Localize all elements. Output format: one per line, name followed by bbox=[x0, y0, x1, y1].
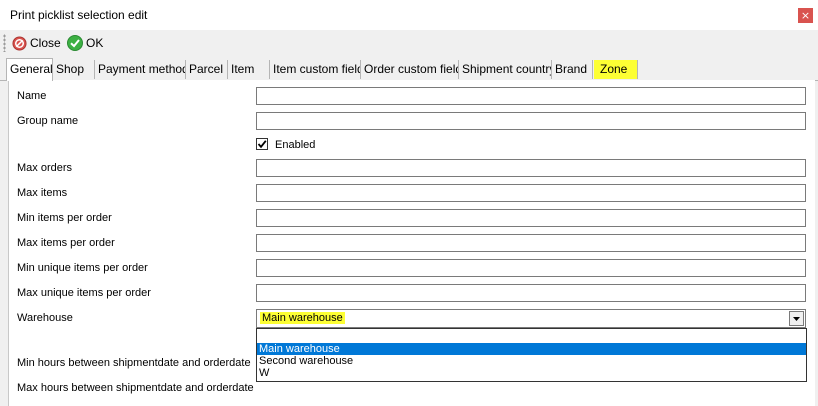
window-close-button[interactable]: × bbox=[798, 8, 813, 23]
tab-zone[interactable]: Zone bbox=[594, 60, 638, 79]
name-input[interactable] bbox=[256, 87, 806, 105]
warehouse-option-main[interactable]: Main warehouse bbox=[257, 343, 806, 355]
warehouse-select[interactable]: Main warehouse bbox=[256, 309, 806, 328]
min-items-per-order-label: Min items per order bbox=[17, 212, 112, 224]
min-unique-items-per-order-label: Min unique items per order bbox=[17, 262, 148, 274]
group-name-label: Group name bbox=[17, 115, 79, 127]
title-bar: Print picklist selection edit × bbox=[0, 0, 818, 30]
tab-item-custom-field[interactable]: Item custom field bbox=[270, 60, 361, 79]
ok-button[interactable]: OK bbox=[67, 33, 103, 53]
tab-shop[interactable]: Shop bbox=[53, 60, 95, 79]
ok-check-icon bbox=[67, 35, 83, 51]
max-orders-input[interactable] bbox=[256, 159, 806, 177]
min-items-per-order-input[interactable] bbox=[256, 209, 806, 227]
warehouse-dropdown-button[interactable] bbox=[789, 311, 804, 326]
close-button-label: Close bbox=[30, 36, 61, 50]
min-hours-label: Min hours between shipmentdate and order… bbox=[17, 357, 251, 369]
tab-item[interactable]: Item bbox=[228, 60, 270, 79]
warehouse-selected-value: Main warehouse bbox=[260, 312, 345, 324]
ok-button-label: OK bbox=[86, 36, 104, 50]
tab-order-custom-field[interactable]: Order custom field bbox=[361, 60, 459, 79]
enabled-label: Enabled bbox=[275, 139, 316, 151]
warehouse-option-w[interactable]: W bbox=[257, 367, 806, 379]
warehouse-label: Warehouse bbox=[17, 312, 73, 324]
tab-shipment-country[interactable]: Shipment country bbox=[459, 60, 552, 79]
tab-strip: General Shop Payment method Parcel Item … bbox=[0, 58, 818, 81]
toolbar: Close OK bbox=[0, 30, 818, 56]
tab-payment-method[interactable]: Payment method bbox=[95, 60, 186, 79]
max-orders-label: Max orders bbox=[17, 162, 73, 174]
min-unique-items-per-order-input[interactable] bbox=[256, 259, 806, 277]
max-items-input[interactable] bbox=[256, 184, 806, 202]
max-items-per-order-input[interactable] bbox=[256, 234, 806, 252]
warehouse-option-empty[interactable] bbox=[257, 329, 806, 343]
max-unique-items-per-order-input[interactable] bbox=[256, 284, 806, 302]
checkmark-icon bbox=[257, 140, 267, 149]
close-icon bbox=[12, 35, 27, 51]
tab-brand[interactable]: Brand bbox=[552, 60, 593, 79]
max-hours-label: Max hours between shipmentdate and order… bbox=[17, 382, 254, 394]
warehouse-option-second[interactable]: Second warehouse bbox=[257, 355, 806, 367]
toolbar-grip[interactable] bbox=[3, 34, 6, 52]
name-label: Name bbox=[17, 90, 47, 102]
max-items-label: Max items bbox=[17, 187, 68, 199]
close-x-icon: × bbox=[800, 9, 811, 22]
tab-parcel[interactable]: Parcel bbox=[186, 60, 228, 79]
enabled-checkbox[interactable] bbox=[256, 138, 268, 150]
window-title: Print picklist selection edit bbox=[10, 8, 148, 22]
warehouse-dropdown-list: Main warehouse Second warehouse W bbox=[256, 328, 807, 382]
max-items-per-order-label: Max items per order bbox=[17, 237, 115, 249]
tab-general[interactable]: General bbox=[6, 58, 53, 81]
chevron-down-icon bbox=[793, 317, 800, 321]
max-unique-items-per-order-label: Max unique items per order bbox=[17, 287, 151, 299]
close-button[interactable]: Close bbox=[12, 33, 61, 53]
group-name-input[interactable] bbox=[256, 112, 806, 130]
